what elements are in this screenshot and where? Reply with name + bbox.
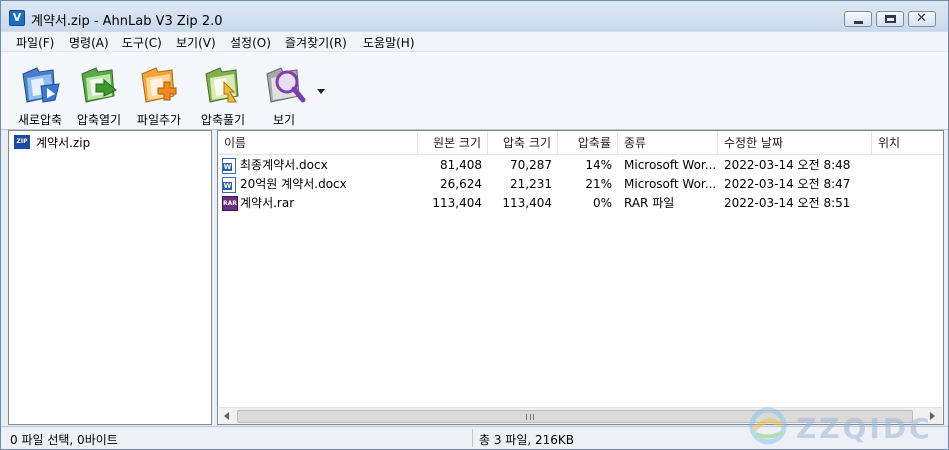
column-header-location[interactable]: 위치 <box>872 131 943 155</box>
watermark-swirl-icon <box>749 407 787 445</box>
compression-ratio: 0% <box>592 196 612 210</box>
compressed-size: 21,231 <box>510 177 552 191</box>
open-archive-button[interactable]: 압축열기 <box>70 58 128 128</box>
add-file-button[interactable]: 파일추가 <box>130 58 188 128</box>
word-document-icon: W <box>222 158 236 174</box>
menu-tools[interactable]: 도구(C) <box>122 34 162 51</box>
extract-button[interactable]: 압축풀기 <box>194 58 252 128</box>
modified-date: 2022-03-14 오전 8:51 <box>724 196 851 210</box>
menu-favorites[interactable]: 즐겨찾기(R) <box>285 34 347 51</box>
column-header-ratio[interactable]: 압축률 <box>558 131 618 155</box>
view-button[interactable]: 보기 <box>255 58 313 128</box>
column-header-type[interactable]: 종류 <box>618 131 718 155</box>
menu-view[interactable]: 보기(V) <box>176 34 216 51</box>
file-type: RAR 파일 <box>624 196 675 210</box>
rar-archive-icon: RAR <box>222 196 238 211</box>
modified-date: 2022-03-14 오전 8:48 <box>724 158 851 172</box>
list-header: 이름 원본 크기 압축 크기 압축률 종류 수정한 날짜 위치 <box>218 131 943 155</box>
menu-bar: 파일(F) 명령(A) 도구(C) 보기(V) 설정(O) 즐겨찾기(R) 도움… <box>1 31 948 51</box>
original-size: 26,624 <box>440 177 482 191</box>
close-icon: ✕ <box>916 11 927 26</box>
new-compress-icon <box>22 67 60 103</box>
app-icon[interactable]: V <box>9 10 25 26</box>
open-archive-icon <box>81 67 117 103</box>
maximize-button[interactable] <box>876 11 904 27</box>
new-compress-button[interactable]: 새로압축 <box>11 58 69 128</box>
table-row[interactable]: W 최종계약서.docx 81,408 70,287 14% Microsoft… <box>218 156 943 175</box>
file-type: Microsoft Wor... <box>624 158 716 172</box>
compressed-size: 70,287 <box>510 158 552 172</box>
extract-label: 압축풀기 <box>200 113 246 127</box>
menu-help[interactable]: 도움말(H) <box>363 34 415 51</box>
original-size: 113,404 <box>432 196 482 210</box>
file-list: 이름 원본 크기 압축 크기 압축률 종류 수정한 날짜 위치 W 최종계약서.… <box>217 130 944 425</box>
location <box>878 175 938 194</box>
modified-date: 2022-03-14 오전 8:47 <box>724 177 851 191</box>
column-header-name[interactable]: 이름 <box>218 131 418 155</box>
folder-tree: ZIP 계약서.zip <box>8 130 212 425</box>
view-magnifier-icon <box>266 67 306 103</box>
compression-ratio: 21% <box>585 177 612 191</box>
menu-command[interactable]: 명령(A) <box>69 34 109 51</box>
watermark-logo: ZZQIDC <box>748 406 944 448</box>
status-divider <box>472 429 473 447</box>
file-type: Microsoft Wor... <box>624 177 716 191</box>
column-header-modified[interactable]: 수정한 날짜 <box>718 131 872 155</box>
window-title: 계약서.zip - AhnLab V3 Zip 2.0 <box>31 14 223 29</box>
file-name: 계약서.rar <box>240 196 295 210</box>
compressed-size: 113,404 <box>502 196 552 210</box>
column-header-original-size[interactable]: 원본 크기 <box>418 131 488 155</box>
location <box>878 194 938 213</box>
minimize-button[interactable] <box>844 11 872 27</box>
view-dropdown-arrow-icon[interactable] <box>317 89 325 94</box>
menu-settings[interactable]: 설정(O) <box>230 34 271 51</box>
word-document-icon: W <box>222 177 236 193</box>
scroll-left-arrow-icon[interactable] <box>224 412 229 420</box>
column-header-compressed-size[interactable]: 압축 크기 <box>488 131 558 155</box>
menu-file[interactable]: 파일(F) <box>16 34 54 51</box>
table-row[interactable]: RAR 계약서.rar 113,404 113,404 0% RAR 파일 20… <box>218 194 943 213</box>
close-button[interactable]: ✕ <box>908 11 936 27</box>
add-file-icon <box>141 67 177 103</box>
file-name: 최종계약서.docx <box>240 158 328 172</box>
maximize-icon <box>885 15 896 23</box>
add-file-label: 파일추가 <box>136 113 182 127</box>
minimize-icon <box>854 21 863 24</box>
archive-total-status: 총 3 파일, 216KB <box>479 433 575 447</box>
view-label: 보기 <box>272 113 296 127</box>
tree-item-label: 계약서.zip <box>36 136 91 150</box>
toolbar: 새로압축 압축열기 파일추가 압축풀기 보기 <box>1 51 948 130</box>
location <box>878 156 938 175</box>
app-window: V 계약서.zip - AhnLab V3 Zip 2.0 ✕ 파일(F) 명령… <box>0 0 949 450</box>
watermark-text: ZZQIDC <box>796 412 933 445</box>
table-row[interactable]: W 20억원 계약서.docx 26,624 21,231 21% Micros… <box>218 175 943 194</box>
compression-ratio: 14% <box>585 158 612 172</box>
extract-icon <box>205 67 239 103</box>
file-name: 20억원 계약서.docx <box>240 177 347 191</box>
scrollbar-grip-icon <box>526 414 534 420</box>
title-bar[interactable]: V 계약서.zip - AhnLab V3 Zip 2.0 ✕ <box>1 1 948 31</box>
original-size: 81,408 <box>440 158 482 172</box>
zip-icon: ZIP <box>14 135 30 149</box>
selection-status: 0 파일 선택, 0바이트 <box>10 433 118 447</box>
